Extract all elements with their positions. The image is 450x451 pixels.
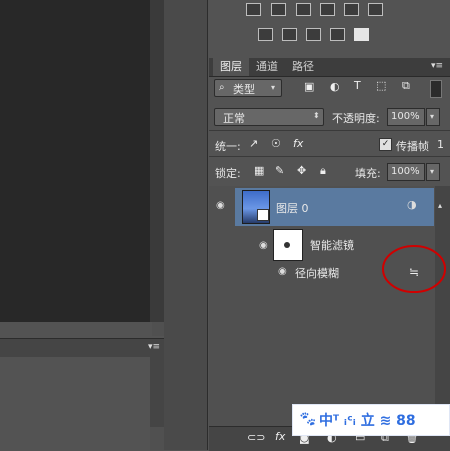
fill-field[interactable]: 100% bbox=[387, 163, 425, 181]
eye-icon[interactable]: ◉ bbox=[259, 240, 268, 251]
lock-position-icon[interactable]: ✥ bbox=[297, 164, 306, 177]
fill-label: 填充: bbox=[355, 167, 381, 180]
fx-icon[interactable]: fx bbox=[275, 430, 285, 443]
panel-tab-bar: 图层 通道 路径 ▾≡ bbox=[209, 58, 450, 77]
lock-image-icon[interactable]: ✎ bbox=[275, 164, 284, 177]
watermark-logo: 🐾︎ 中ᵀ ᵢᶜᵢ 立 ≋ 88 bbox=[292, 404, 450, 436]
radial-blur-label[interactable]: 径向模糊 bbox=[295, 265, 339, 281]
tab-channels[interactable]: 通道 bbox=[249, 58, 285, 76]
filter-mask-thumbnail[interactable] bbox=[273, 229, 303, 261]
layer-thumbnail bbox=[242, 190, 270, 224]
camera-icon[interactable] bbox=[320, 3, 335, 16]
eye-icon[interactable]: ◉ bbox=[216, 200, 225, 211]
posterize-icon[interactable] bbox=[282, 28, 297, 41]
row-divider bbox=[209, 130, 450, 131]
blend-mode-dropdown[interactable]: 正常 ⬍ bbox=[214, 108, 324, 126]
unify-style-icon[interactable]: fx bbox=[293, 137, 303, 150]
blend-mode-value: 正常 bbox=[223, 112, 245, 125]
balance-icon[interactable] bbox=[271, 3, 286, 16]
threshold-icon[interactable] bbox=[306, 28, 321, 41]
opacity-value: 100% bbox=[391, 111, 420, 122]
shape-filter-icon[interactable]: ⬚ bbox=[376, 79, 386, 92]
layer-filter-dropdown[interactable]: ⌕ 类型 ▾ bbox=[214, 79, 282, 97]
color-lookup-icon[interactable] bbox=[368, 3, 383, 16]
propagate-label: 传播帧 bbox=[396, 140, 429, 153]
scroll-up-icon[interactable]: ▴ bbox=[438, 201, 442, 210]
smart-object-badge-icon bbox=[257, 209, 269, 221]
mask-dot bbox=[284, 242, 290, 248]
row-divider bbox=[209, 156, 450, 157]
document-canvas[interactable] bbox=[0, 0, 150, 322]
fill-dropdown-button[interactable]: ▾ bbox=[426, 163, 440, 181]
opacity-field[interactable]: 100% bbox=[387, 108, 425, 126]
pixel-filter-icon[interactable]: ▣ bbox=[304, 80, 314, 93]
levels-icon[interactable] bbox=[246, 3, 261, 16]
eye-icon[interactable]: ◉ bbox=[278, 266, 287, 277]
propagate-checkbox[interactable]: ✓ bbox=[379, 138, 392, 151]
invert-icon[interactable] bbox=[258, 28, 273, 41]
bottom-panel-scroll-thumb[interactable] bbox=[150, 427, 164, 450]
chevron-down-icon: ▾ bbox=[430, 112, 435, 121]
selective-color-icon[interactable] bbox=[354, 28, 369, 41]
bottom-panel-header: ▾≡ bbox=[0, 338, 164, 358]
dock-separator bbox=[207, 0, 208, 450]
filter-label: 类型 bbox=[233, 83, 255, 96]
link-layers-icon[interactable]: ⊂⊃ bbox=[247, 431, 265, 444]
lock-label: 锁定: bbox=[215, 167, 241, 180]
type-filter-icon[interactable]: T bbox=[354, 79, 361, 92]
unify-visibility-icon[interactable]: ☉ bbox=[271, 137, 281, 150]
annotation-circle bbox=[382, 245, 446, 293]
lock-all-icon[interactable]: 🔒︎ bbox=[320, 164, 326, 178]
chevron-down-icon: ▾ bbox=[430, 167, 435, 176]
updown-icon: ⬍ bbox=[313, 111, 320, 120]
channel-mixer-icon[interactable] bbox=[344, 3, 359, 16]
tab-paths[interactable]: 路径 bbox=[285, 58, 321, 76]
unify-label: 统一: bbox=[215, 140, 241, 153]
curves-icon[interactable] bbox=[296, 3, 311, 16]
filter-effects-icon[interactable]: ◑ bbox=[407, 198, 417, 211]
layer-name[interactable]: 图层 0 bbox=[276, 200, 309, 216]
watermark-text: 中ᵀ ᵢᶜᵢ 立 ≋ 88 bbox=[319, 413, 416, 429]
adjustment-filter-icon[interactable]: ◐ bbox=[330, 80, 340, 93]
smart-object-filter-icon[interactable]: ⧉ bbox=[402, 79, 410, 93]
bottom-panel-body bbox=[0, 357, 150, 450]
bottom-panel-scrollbar[interactable] bbox=[150, 357, 164, 427]
opacity-dropdown-button[interactable]: ▾ bbox=[426, 108, 440, 126]
gradient-map-icon[interactable] bbox=[330, 28, 345, 41]
filter-toggle[interactable] bbox=[430, 80, 442, 98]
unify-position-icon[interactable]: ↗ bbox=[249, 137, 258, 150]
fill-value: 100% bbox=[391, 166, 420, 177]
search-icon: ⌕ bbox=[219, 82, 225, 93]
layers-panel-menu-icon[interactable]: ▾≡ bbox=[431, 61, 443, 71]
tab-layers[interactable]: 图层 bbox=[213, 58, 249, 76]
smart-filters-label[interactable]: 智能滤镜 bbox=[310, 237, 354, 253]
canvas-scroll-thumb[interactable] bbox=[152, 322, 164, 336]
lock-transparent-icon[interactable]: ▦ bbox=[254, 164, 264, 177]
propagate-value: 1 bbox=[437, 138, 444, 151]
paw-icon: 🐾︎ bbox=[298, 410, 318, 428]
panel-menu-icon[interactable]: ▾≡ bbox=[148, 342, 160, 352]
canvas-vertical-scrollbar[interactable] bbox=[150, 0, 164, 322]
dock-divider bbox=[164, 0, 208, 450]
layers-scrollbar[interactable]: ▴ bbox=[435, 186, 450, 426]
opacity-label: 不透明度: bbox=[332, 112, 380, 125]
chevron-down-icon: ▾ bbox=[271, 83, 276, 92]
